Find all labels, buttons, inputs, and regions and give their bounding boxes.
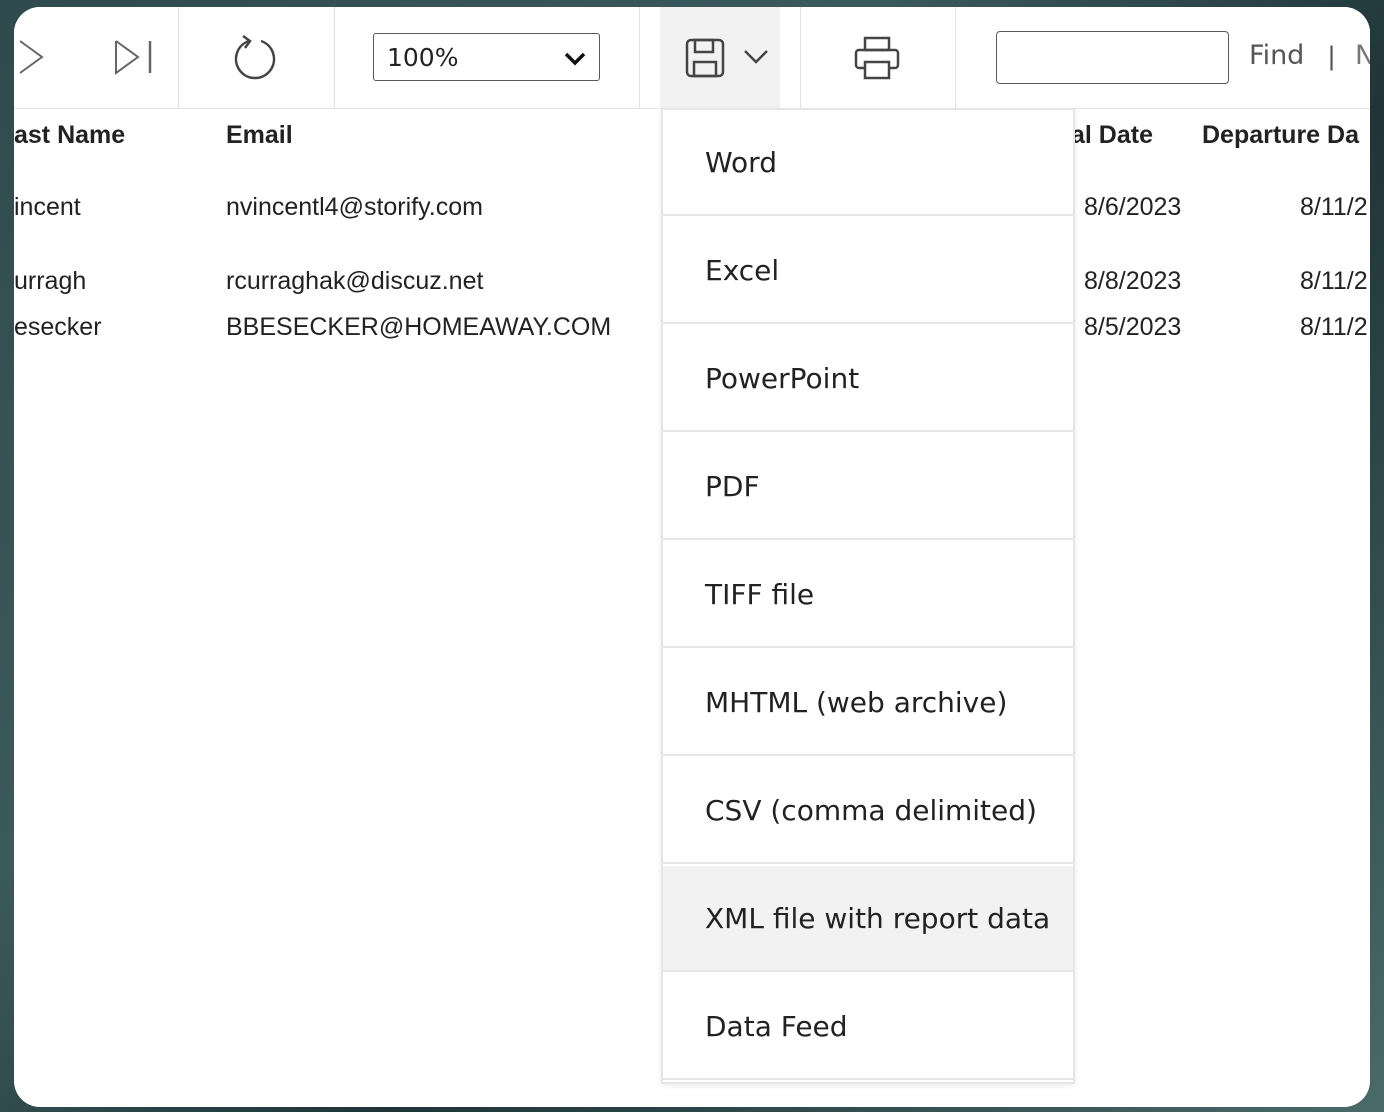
find-input[interactable]	[996, 31, 1229, 84]
cell-email: BBESECKER@HOMEAWAY.COM	[226, 313, 612, 341]
toolbar-separator	[334, 7, 335, 109]
export-excel[interactable]: Excel	[663, 218, 1073, 324]
export-xml[interactable]: XML file with report data	[663, 866, 1073, 972]
export-word[interactable]: Word	[663, 110, 1073, 216]
cell-arrival: 8/8/2023	[1084, 267, 1182, 295]
zoom-value: 100%	[387, 42, 459, 72]
export-csv[interactable]: CSV (comma delimited)	[663, 758, 1073, 864]
cell-departure: 8/11/2	[1300, 313, 1368, 341]
cell-arrival: 8/6/2023	[1084, 193, 1182, 221]
toolbar-separator	[639, 7, 640, 109]
cell-last-name: esecker	[14, 313, 102, 341]
chevron-down-icon	[563, 46, 587, 75]
export-menu: Word Excel PowerPoint PDF TIFF file MHTM…	[661, 108, 1075, 1084]
toolbar-separator	[955, 7, 956, 109]
chevron-down-icon	[742, 47, 770, 72]
cell-email: nvincentl4@storify.com	[226, 193, 483, 221]
export-tiff[interactable]: TIFF file	[663, 542, 1073, 648]
export-pdf[interactable]: PDF	[663, 434, 1073, 540]
cell-last-name: incent	[14, 193, 81, 221]
toolbar: 100% Find | N	[14, 7, 1370, 109]
export-powerpoint[interactable]: PowerPoint	[663, 326, 1073, 432]
next-page-icon[interactable]	[14, 37, 50, 77]
export-mhtml[interactable]: MHTML (web archive)	[663, 650, 1073, 756]
header-email: Email	[226, 121, 293, 149]
find-next-link[interactable]: N	[1355, 40, 1370, 71]
cell-departure: 8/11/2	[1300, 267, 1368, 295]
refresh-icon[interactable]	[230, 33, 280, 83]
zoom-select[interactable]: 100%	[373, 33, 600, 81]
find-link[interactable]: Find	[1249, 40, 1304, 71]
header-arrival-date: al Date	[1071, 121, 1153, 149]
cell-departure: 8/11/2	[1300, 193, 1368, 221]
cell-arrival: 8/5/2023	[1084, 313, 1182, 341]
cell-last-name: urragh	[14, 267, 87, 295]
toolbar-separator	[800, 7, 801, 109]
export-data-feed[interactable]: Data Feed	[663, 974, 1073, 1080]
print-icon[interactable]	[852, 35, 902, 81]
toolbar-separator	[178, 7, 179, 109]
header-departure-date: Departure Da	[1202, 121, 1359, 149]
find-separator: |	[1328, 41, 1336, 71]
save-icon	[684, 37, 726, 84]
header-last-name: ast Name	[14, 121, 126, 149]
report-viewer-window: 100% Find | N ast Name Email al Date Dep…	[14, 7, 1370, 1107]
export-button[interactable]	[660, 7, 780, 109]
last-page-icon[interactable]	[112, 37, 158, 77]
cell-email: rcurraghak@discuz.net	[226, 267, 484, 295]
